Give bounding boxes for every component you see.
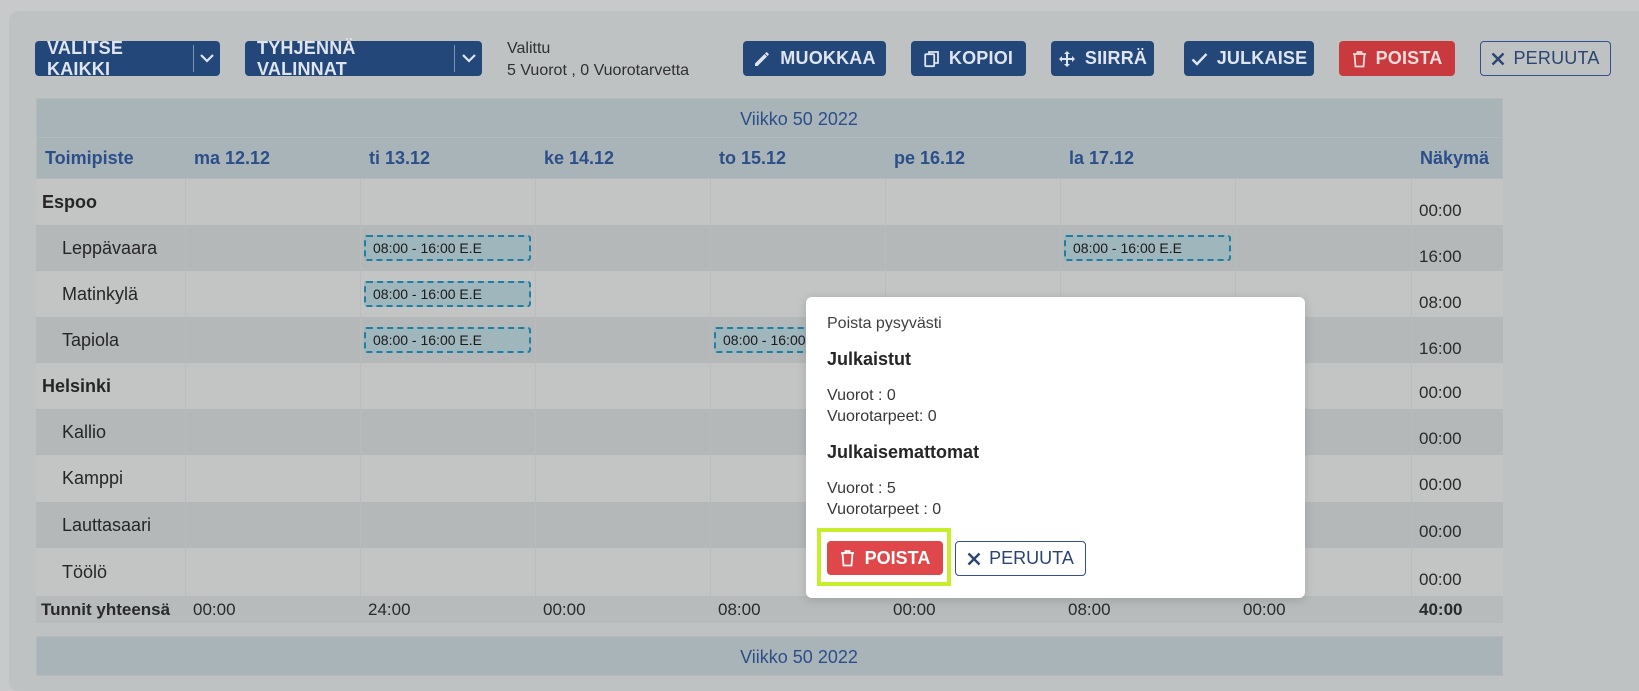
chevron-down-icon[interactable] <box>194 54 220 63</box>
view-column-header: Näkymä <box>1420 148 1490 168</box>
dialog-title: Poista pysyvästi <box>827 315 942 332</box>
pencil-icon <box>753 50 771 68</box>
clear-selection-label: TYHJENNÄ VALINNAT <box>257 37 356 79</box>
location-name: Leppävaara <box>62 237 158 258</box>
copy-button[interactable]: KOPIOI <box>911 41 1026 76</box>
grid-line <box>710 179 711 596</box>
cancel-label: PERUUTA <box>1513 48 1600 68</box>
copy-label: KOPIOI <box>948 48 1014 68</box>
clear-selection-button[interactable]: TYHJENNÄ VALINNAT <box>245 38 482 79</box>
row-total: 08:00 <box>1419 293 1462 312</box>
totals-label: Tunnit yhteensä <box>41 599 171 619</box>
shift-block[interactable]: 08:00 - 16:00 E.E <box>364 235 531 261</box>
location-name: Lauttasaari <box>62 514 152 535</box>
week-header-2: Viikko 50 2022 <box>36 636 1503 676</box>
table-row: Espoo 00:00 <box>36 179 1503 225</box>
edit-button[interactable]: MUOKKAA <box>743 41 886 76</box>
day-header <box>1236 138 1412 179</box>
confirm-delete-label: POISTA <box>864 547 931 568</box>
unpublished-heading: Julkaisemattomat <box>827 442 980 462</box>
selected-summary: 5 Vuorot , 0 Vuorotarvetta <box>507 62 690 79</box>
day-header: ke 14.12 <box>544 148 615 168</box>
shift-block[interactable]: 08:00 - 16:00 E.E <box>364 327 531 353</box>
day-total: 08:00 <box>718 599 761 619</box>
published-heading: Julkaistut <box>827 349 912 369</box>
location-column-header: Toimipiste <box>45 148 134 168</box>
day-total: 00:00 <box>543 599 586 619</box>
row-total: 16:00 <box>1419 339 1462 358</box>
location-group-name: Helsinki <box>42 375 112 396</box>
delete-label: POISTA <box>1375 48 1443 68</box>
day-header: la 17.12 <box>1069 148 1135 168</box>
grand-total: 40:00 <box>1419 599 1463 619</box>
row-total: 00:00 <box>1419 383 1462 402</box>
location-name: Matinkylä <box>62 283 139 304</box>
close-icon <box>967 552 981 566</box>
select-all-label: VALITSE KAIKKI <box>47 37 124 79</box>
trash-icon <box>1352 50 1367 68</box>
day-total: 24:00 <box>368 599 411 619</box>
grid-line <box>1411 179 1412 623</box>
location-group-name: Espoo <box>42 191 98 212</box>
published-shifts-count: Vuorot : 0 <box>827 387 896 404</box>
totals-row: Tunnit yhteensä 00:00 24:00 00:00 08:00 … <box>36 596 1503 623</box>
week-title: Viikko 50 2022 <box>740 108 858 129</box>
day-header: pe 16.12 <box>894 148 966 168</box>
dialog-cancel-label: PERUUTA <box>989 548 1074 568</box>
location-name: Tapiola <box>62 329 120 350</box>
row-total: 00:00 <box>1419 475 1462 494</box>
delete-button[interactable]: POISTA <box>1339 41 1455 76</box>
day-total: 00:00 <box>893 599 936 619</box>
day-header: ma 12.12 <box>194 148 271 168</box>
published-needs-count: Vuorotarpeet: 0 <box>827 408 937 425</box>
day-total: 08:00 <box>1068 599 1111 619</box>
chevron-down-icon[interactable] <box>455 54 482 63</box>
dialog-cancel-button[interactable]: PERUUTA <box>955 541 1086 576</box>
edit-label: MUOKKAA <box>780 48 876 68</box>
checkmark-icon <box>1191 52 1208 66</box>
row-total: 00:00 <box>1419 429 1462 448</box>
row-total: 00:00 <box>1419 522 1462 541</box>
unpublished-needs-count: Vuorotarpeet : 0 <box>827 501 942 518</box>
row-total: 00:00 <box>1419 570 1462 589</box>
week-header: Viikko 50 2022 <box>36 98 1503 138</box>
selection-info: Valittu 5 Vuorot , 0 Vuorotarvetta <box>507 38 689 82</box>
trash-icon <box>840 549 855 567</box>
week-title-2: Viikko 50 2022 <box>740 646 858 667</box>
location-name: Töölö <box>62 561 108 582</box>
move-button[interactable]: SIIRRÄ <box>1051 41 1154 76</box>
day-header: to 15.12 <box>719 148 787 168</box>
delete-confirm-dialog: Poista pysyvästi Julkaistut Vuorot : 0 V… <box>806 297 1305 598</box>
location-name: Kamppi <box>62 468 124 488</box>
selected-label: Valittu <box>507 40 551 57</box>
table-row: Leppävaara 16:00 <box>36 225 1503 271</box>
grid-line <box>185 179 186 623</box>
row-total: 16:00 <box>1419 247 1462 266</box>
shift-block[interactable]: 08:00 - 16:00 E.E <box>364 281 531 307</box>
day-total: 00:00 <box>1243 599 1286 619</box>
shift-block[interactable]: 08:00 - 16:00 E.E <box>1064 235 1231 261</box>
row-total: 00:00 <box>1419 201 1462 220</box>
day-total: 00:00 <box>193 599 236 619</box>
cancel-button[interactable]: PERUUTA <box>1480 41 1611 76</box>
location-name: Kallio <box>62 421 107 442</box>
move-label: SIIRRÄ <box>1084 48 1148 68</box>
grid-line <box>360 179 361 596</box>
copy-icon <box>924 50 940 68</box>
move-arrows-icon <box>1058 50 1076 68</box>
day-header-row: Toimipiste ma 12.12 ti 13.12 ke 14.12 to… <box>36 138 1503 179</box>
unpublished-shifts-count: Vuorot : 5 <box>827 480 896 497</box>
grid-line <box>535 179 536 596</box>
publish-label: JULKAISE <box>1216 48 1308 68</box>
select-all-button[interactable]: VALITSE KAIKKI <box>35 38 220 79</box>
publish-button[interactable]: JULKAISE <box>1184 41 1314 76</box>
day-header: ti 13.12 <box>369 148 431 168</box>
confirm-delete-button[interactable]: POISTA <box>827 541 943 575</box>
close-icon <box>1491 52 1505 66</box>
